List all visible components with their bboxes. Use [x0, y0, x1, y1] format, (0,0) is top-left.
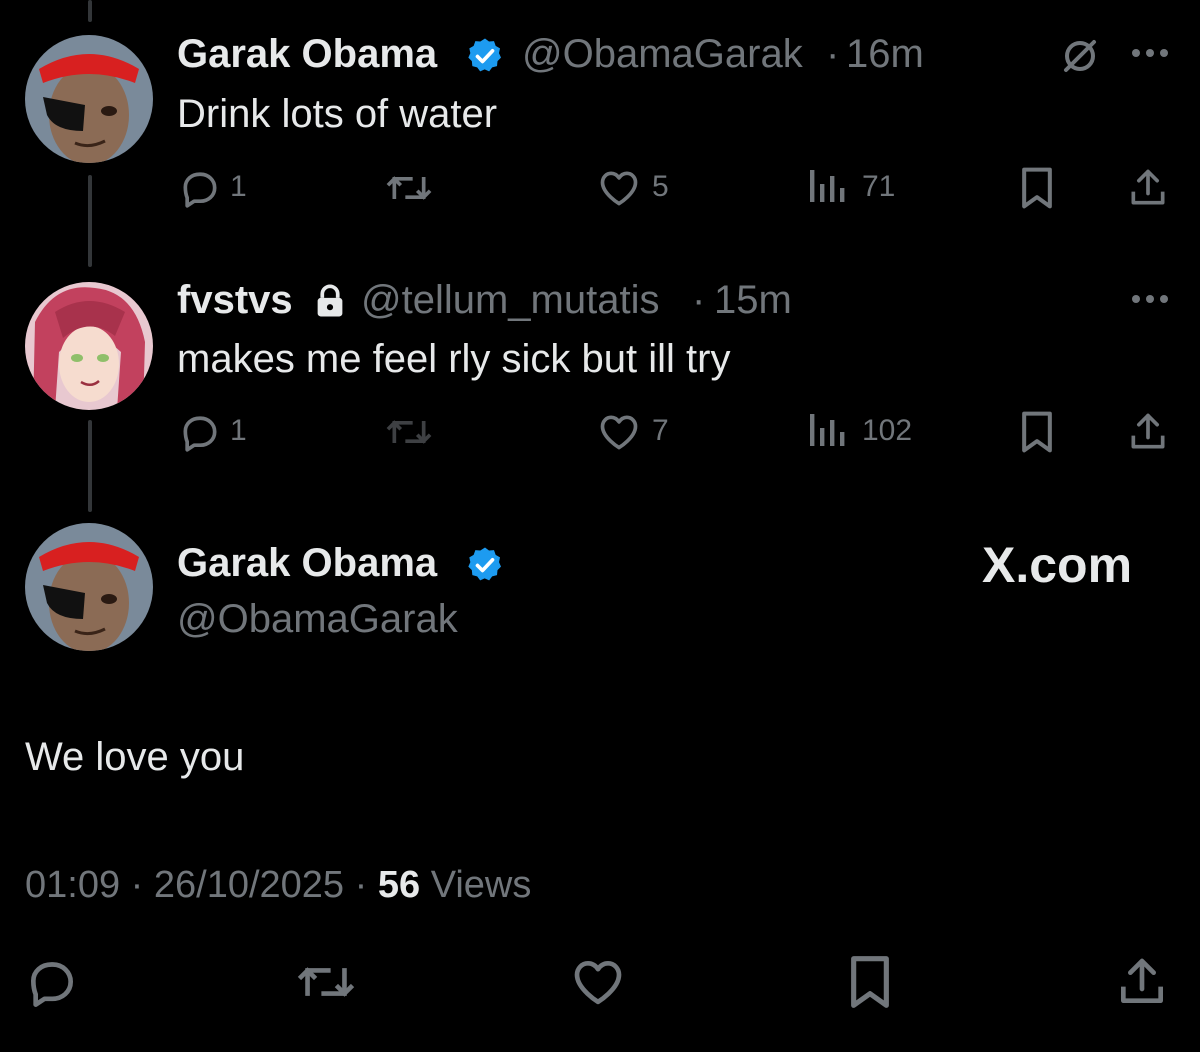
author-handle[interactable]: @ObamaGarak: [177, 597, 458, 642]
bookmark-icon[interactable]: [846, 954, 894, 1010]
share-icon[interactable]: [1126, 166, 1170, 210]
separator-dot: ·: [692, 278, 706, 322]
author-name[interactable]: Garak Obama: [177, 541, 437, 586]
reply-count: 1: [230, 414, 247, 447]
like-count: 7: [652, 414, 669, 447]
reply-count: 1: [230, 170, 247, 203]
tweet-date[interactable]: 26/10/2025: [154, 864, 344, 906]
repost-icon[interactable]: [296, 954, 356, 1010]
views-icon[interactable]: [808, 410, 848, 450]
bookmark-icon[interactable]: [1018, 410, 1056, 454]
avatar-fvstvs[interactable]: [25, 282, 153, 410]
more-icon[interactable]: [1130, 46, 1170, 60]
repost-icon[interactable]: [385, 166, 433, 210]
tweet-text: We love you: [25, 735, 245, 779]
views-label[interactable]: Views: [431, 864, 532, 906]
thread-line-1: [88, 175, 92, 267]
author-handle[interactable]: @ObamaGarak: [522, 32, 803, 77]
verified-badge-icon: [465, 545, 505, 585]
tweet-text: makes me feel rly sick but ill try: [177, 337, 731, 381]
views-icon[interactable]: [808, 166, 848, 206]
tweet-meta: 01:09 · 26/10/2025 · 56 Views: [25, 864, 531, 907]
timestamp[interactable]: 15m: [714, 278, 792, 323]
share-icon[interactable]: [1126, 410, 1170, 454]
grok-icon[interactable]: [1060, 36, 1100, 76]
views-count: 71: [862, 170, 896, 203]
like-icon[interactable]: [596, 410, 642, 454]
avatar-garak-obama[interactable]: [25, 35, 153, 163]
author-name[interactable]: fvstvs: [177, 278, 293, 323]
bookmark-icon[interactable]: [1018, 166, 1056, 210]
timestamp[interactable]: 16m: [846, 32, 924, 77]
like-icon[interactable]: [596, 166, 642, 210]
more-icon[interactable]: [1130, 292, 1170, 306]
tweet-text: Drink lots of water: [177, 92, 498, 136]
separator-dot: ·: [826, 32, 840, 76]
author-name[interactable]: Garak Obama: [177, 32, 437, 77]
lock-icon: [314, 284, 346, 318]
repost-icon[interactable]: [385, 410, 433, 454]
separator-dot: ·: [354, 864, 368, 906]
like-icon[interactable]: [569, 954, 627, 1010]
tweet-time[interactable]: 01:09: [25, 864, 120, 906]
reply-icon[interactable]: [178, 410, 222, 454]
views-count[interactable]: 56: [378, 864, 420, 906]
thread-line-top: [88, 0, 92, 22]
verified-badge-icon: [465, 36, 505, 76]
avatar-garak-obama[interactable]: [25, 523, 153, 651]
like-count: 5: [652, 170, 669, 203]
x-com-watermark: X.com: [982, 537, 1133, 593]
share-icon[interactable]: [1114, 954, 1170, 1010]
reply-icon[interactable]: [24, 954, 80, 1010]
thread-line-2: [88, 420, 92, 512]
views-count: 102: [862, 414, 913, 447]
reply-icon[interactable]: [178, 166, 222, 210]
separator-dot: ·: [130, 864, 144, 906]
author-handle[interactable]: @tellum_mutatis: [361, 278, 659, 323]
